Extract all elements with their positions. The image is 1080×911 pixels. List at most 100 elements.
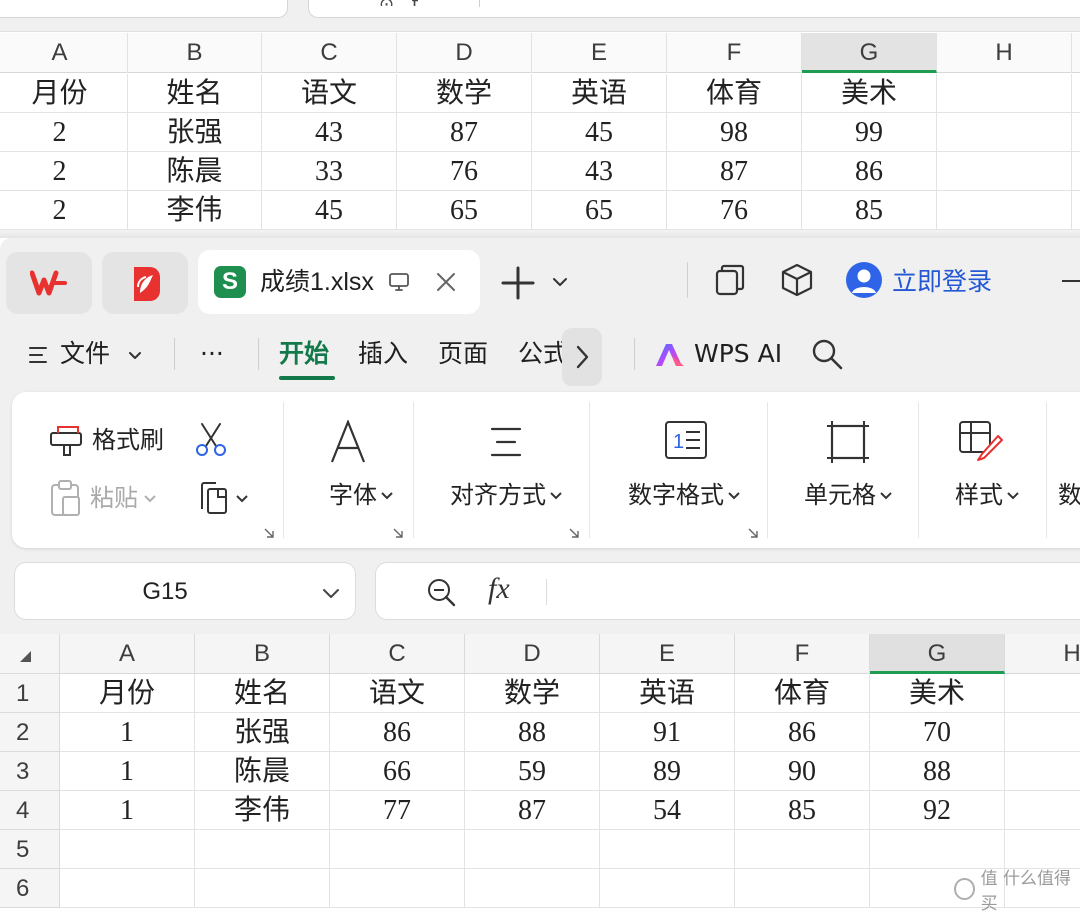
column-header-a[interactable]: A bbox=[60, 634, 195, 674]
cell[interactable] bbox=[330, 869, 465, 908]
cell[interactable] bbox=[1005, 674, 1080, 713]
cell[interactable]: 英语 bbox=[600, 674, 735, 713]
chevron-down-icon[interactable] bbox=[321, 583, 341, 603]
cell[interactable]: 姓名 bbox=[195, 674, 330, 713]
cell[interactable]: 87 bbox=[465, 791, 600, 830]
cell[interactable] bbox=[1005, 713, 1080, 752]
paste-button[interactable]: 粘贴 bbox=[48, 478, 158, 518]
cell[interactable]: 88 bbox=[870, 752, 1005, 791]
cell[interactable] bbox=[60, 869, 195, 908]
search-icon[interactable] bbox=[810, 337, 844, 371]
cell[interactable]: 张强 bbox=[195, 713, 330, 752]
file-menu[interactable]: 文件 bbox=[28, 320, 144, 388]
cell[interactable]: 1 bbox=[60, 791, 195, 830]
styles-group-button[interactable]: 样式 bbox=[930, 416, 1046, 526]
chevron-down-icon[interactable] bbox=[550, 272, 570, 292]
cell[interactable]: 1 bbox=[60, 713, 195, 752]
zoom-search-icon[interactable] bbox=[426, 577, 456, 607]
name-box[interactable]: G15 bbox=[14, 562, 356, 620]
cell[interactable]: 89 bbox=[600, 752, 735, 791]
cell[interactable]: 数学 bbox=[465, 674, 600, 713]
cell[interactable] bbox=[1005, 791, 1080, 830]
font-group-button[interactable]: 字体 bbox=[298, 416, 426, 526]
cell[interactable] bbox=[735, 869, 870, 908]
cell[interactable] bbox=[195, 869, 330, 908]
cell[interactable]: 91 bbox=[600, 713, 735, 752]
cell[interactable]: 月份 bbox=[60, 674, 195, 713]
expand-corner-icon[interactable] bbox=[569, 528, 579, 538]
cell[interactable]: 59 bbox=[465, 752, 600, 791]
cell[interactable]: 85 bbox=[735, 791, 870, 830]
tab-insert[interactable]: 插入 bbox=[358, 320, 408, 388]
cell[interactable]: 李伟 bbox=[195, 791, 330, 830]
cell[interactable]: 54 bbox=[600, 791, 735, 830]
cell[interactable]: 体育 bbox=[735, 674, 870, 713]
cell[interactable] bbox=[735, 830, 870, 869]
cell[interactable]: 77 bbox=[330, 791, 465, 830]
cell[interactable] bbox=[60, 830, 195, 869]
cut-scissors-icon[interactable] bbox=[192, 420, 230, 458]
background-cell: 李伟 bbox=[128, 191, 262, 230]
column-header-c[interactable]: C bbox=[330, 634, 465, 674]
row-header[interactable]: 5 bbox=[0, 830, 60, 869]
column-header-d[interactable]: D bbox=[465, 634, 600, 674]
cell[interactable]: 陈晨 bbox=[195, 752, 330, 791]
cell[interactable] bbox=[600, 830, 735, 869]
cell[interactable]: 92 bbox=[870, 791, 1005, 830]
new-tab-plus-icon[interactable] bbox=[498, 263, 538, 303]
cube-icon[interactable] bbox=[778, 261, 816, 299]
cell[interactable]: 语文 bbox=[330, 674, 465, 713]
docer-app-button[interactable] bbox=[102, 252, 188, 314]
background-cell: 33 bbox=[262, 152, 397, 191]
expand-corner-icon[interactable] bbox=[264, 528, 274, 538]
cell[interactable] bbox=[195, 830, 330, 869]
tabs-scroll-right-button[interactable] bbox=[562, 328, 602, 386]
cell[interactable] bbox=[600, 869, 735, 908]
cell[interactable]: 86 bbox=[735, 713, 870, 752]
column-header-h[interactable]: H bbox=[1005, 634, 1080, 674]
formula-input[interactable] bbox=[562, 563, 1080, 619]
window-list-icon[interactable] bbox=[712, 262, 748, 298]
column-header-g-selected[interactable]: G bbox=[870, 634, 1005, 674]
minimize-icon[interactable] bbox=[1062, 280, 1080, 282]
cell[interactable]: 86 bbox=[330, 713, 465, 752]
format-painter-button[interactable]: 格式刷 bbox=[48, 420, 164, 460]
cell[interactable]: 90 bbox=[735, 752, 870, 791]
cell[interactable]: 88 bbox=[465, 713, 600, 752]
ribbon-divider bbox=[589, 402, 590, 538]
cell[interactable]: 70 bbox=[870, 713, 1005, 752]
cell[interactable]: 1 bbox=[60, 752, 195, 791]
tab-formula-clipped[interactable]: 公式 bbox=[518, 320, 566, 388]
cell[interactable] bbox=[465, 830, 600, 869]
select-all-corner[interactable] bbox=[0, 634, 60, 674]
cell[interactable] bbox=[1005, 752, 1080, 791]
row-header[interactable]: 1 bbox=[0, 674, 60, 713]
column-header-e[interactable]: E bbox=[600, 634, 735, 674]
tab-page[interactable]: 页面 bbox=[438, 320, 488, 388]
login-button[interactable]: 立即登录 bbox=[846, 260, 992, 300]
monitor-icon[interactable] bbox=[388, 271, 410, 293]
row-header[interactable]: 6 bbox=[0, 869, 60, 908]
column-header-b[interactable]: B bbox=[195, 634, 330, 674]
ribbon-next-group-clipped[interactable]: 数 bbox=[1058, 480, 1080, 512]
insert-function-button[interactable]: fx bbox=[488, 572, 510, 606]
document-tab[interactable]: S 成绩1.xlsx bbox=[198, 250, 480, 314]
expand-corner-icon[interactable] bbox=[748, 528, 758, 538]
close-tab-icon[interactable] bbox=[433, 269, 459, 295]
row-header[interactable]: 2 bbox=[0, 713, 60, 752]
column-header-f[interactable]: F bbox=[735, 634, 870, 674]
wps-home-button[interactable] bbox=[6, 252, 92, 314]
wps-ai-button[interactable]: WPS AI bbox=[654, 320, 782, 388]
row-header[interactable]: 4 bbox=[0, 791, 60, 830]
expand-corner-icon[interactable] bbox=[393, 528, 403, 538]
row-header[interactable]: 3 bbox=[0, 752, 60, 791]
cell[interactable] bbox=[330, 830, 465, 869]
cell[interactable] bbox=[465, 869, 600, 908]
number-format-group-button[interactable]: 1 数字格式 bbox=[602, 416, 768, 526]
alignment-group-button[interactable]: 对齐方式 bbox=[426, 416, 588, 526]
cell[interactable]: 美术 bbox=[870, 674, 1005, 713]
cell[interactable]: 66 bbox=[330, 752, 465, 791]
cells-group-button[interactable]: 单元格 bbox=[780, 416, 918, 526]
more-menu-button[interactable]: ··· bbox=[200, 320, 224, 388]
copy-button[interactable] bbox=[194, 478, 250, 518]
